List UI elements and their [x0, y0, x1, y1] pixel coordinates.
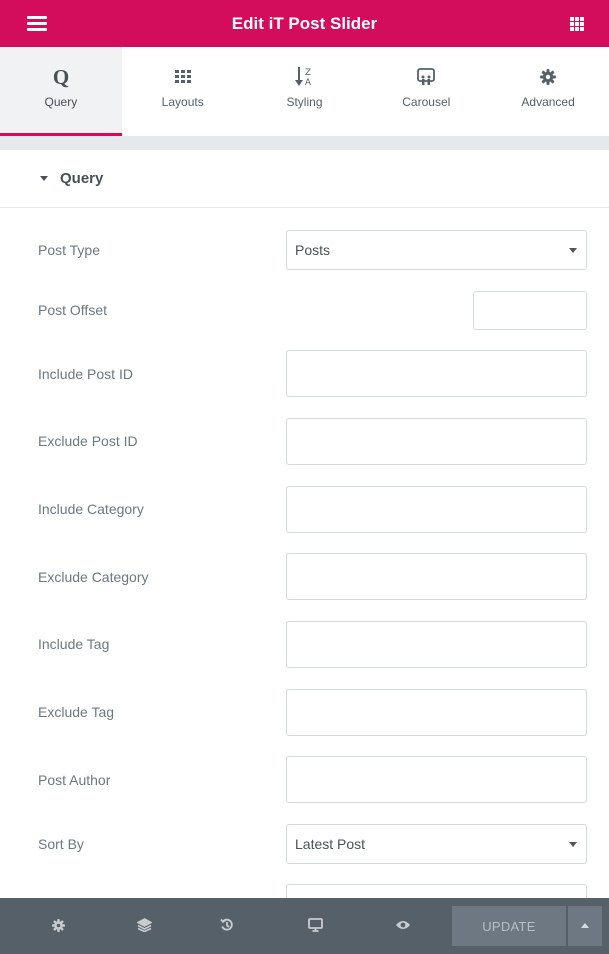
include-post-id-input[interactable]	[286, 350, 587, 397]
tab-carousel[interactable]: Carousel	[365, 47, 487, 136]
post-type-value: Posts	[295, 242, 331, 258]
post-offset-label: Post Offset	[38, 302, 107, 318]
include-category-label: Include Category	[38, 501, 144, 517]
tab-styling[interactable]: Z A Styling	[244, 47, 366, 136]
caret-up-icon	[581, 923, 589, 928]
post-type-select[interactable]: Posts	[286, 230, 587, 270]
sort-by-value: Latest Post	[295, 836, 366, 852]
tab-label: Query	[44, 95, 78, 109]
tab-label: Advanced	[521, 95, 575, 109]
sort-az-icon: Z A	[295, 65, 313, 89]
settings-gear-icon[interactable]	[49, 916, 67, 934]
include-tag-input[interactable]	[286, 621, 587, 668]
update-button[interactable]: UPDATE	[452, 906, 566, 946]
panel-title: Edit iT Post Slider	[231, 13, 378, 33]
include-tag-label: Include Tag	[38, 636, 110, 652]
exclude-category-input[interactable]	[286, 553, 587, 600]
search-q-icon: Q	[51, 65, 71, 89]
post-author-input[interactable]	[286, 756, 587, 803]
carousel-icon	[417, 65, 436, 89]
exclude-tag-input[interactable]	[286, 689, 587, 736]
panel-tabs: Q Query Layouts Z A Styling Carousel Adv…	[0, 47, 609, 136]
include-category-input[interactable]	[286, 486, 587, 533]
tab-label: Carousel	[402, 95, 451, 109]
chevron-down-icon	[569, 842, 577, 847]
tab-query[interactable]: Q Query	[0, 47, 122, 136]
exclude-post-id-input[interactable]	[286, 418, 587, 465]
grid-icon	[174, 65, 191, 89]
editor-footer: UPDATE	[0, 898, 609, 954]
responsive-desktop-icon[interactable]	[306, 916, 324, 934]
preview-eye-icon[interactable]	[394, 916, 412, 934]
exclude-category-label: Exclude Category	[38, 569, 149, 585]
include-post-id-label: Include Post ID	[38, 366, 133, 382]
caret-down-icon	[40, 176, 48, 181]
hamburger-menu-icon[interactable]	[27, 16, 47, 32]
gear-icon	[540, 65, 557, 89]
sort-by-select[interactable]: Latest Post	[286, 824, 587, 864]
section-title: Query	[60, 170, 104, 187]
tab-layouts[interactable]: Layouts	[122, 47, 244, 136]
layers-icon[interactable]	[135, 916, 153, 934]
exclude-post-id-label: Exclude Post ID	[38, 433, 138, 449]
tab-advanced[interactable]: Advanced	[487, 47, 609, 136]
tab-label: Styling	[286, 95, 323, 109]
chevron-down-icon	[569, 248, 577, 253]
post-author-label: Post Author	[38, 772, 111, 788]
section-divider	[0, 136, 609, 150]
save-options-button[interactable]	[568, 906, 602, 946]
svg-text:Z: Z	[305, 68, 311, 78]
post-offset-input[interactable]	[473, 291, 587, 330]
sort-by-label: Sort By	[38, 836, 84, 852]
exclude-tag-label: Exclude Tag	[38, 704, 115, 720]
post-type-label: Post Type	[38, 242, 101, 258]
svg-text:A: A	[305, 78, 312, 88]
editor-header: Edit iT Post Slider	[0, 0, 609, 47]
svg-text:Q: Q	[53, 66, 69, 88]
tab-label: Layouts	[161, 95, 204, 109]
history-icon[interactable]	[218, 916, 236, 934]
apps-grid-icon[interactable]	[570, 17, 584, 31]
section-toggle-query[interactable]: Query	[0, 150, 609, 208]
